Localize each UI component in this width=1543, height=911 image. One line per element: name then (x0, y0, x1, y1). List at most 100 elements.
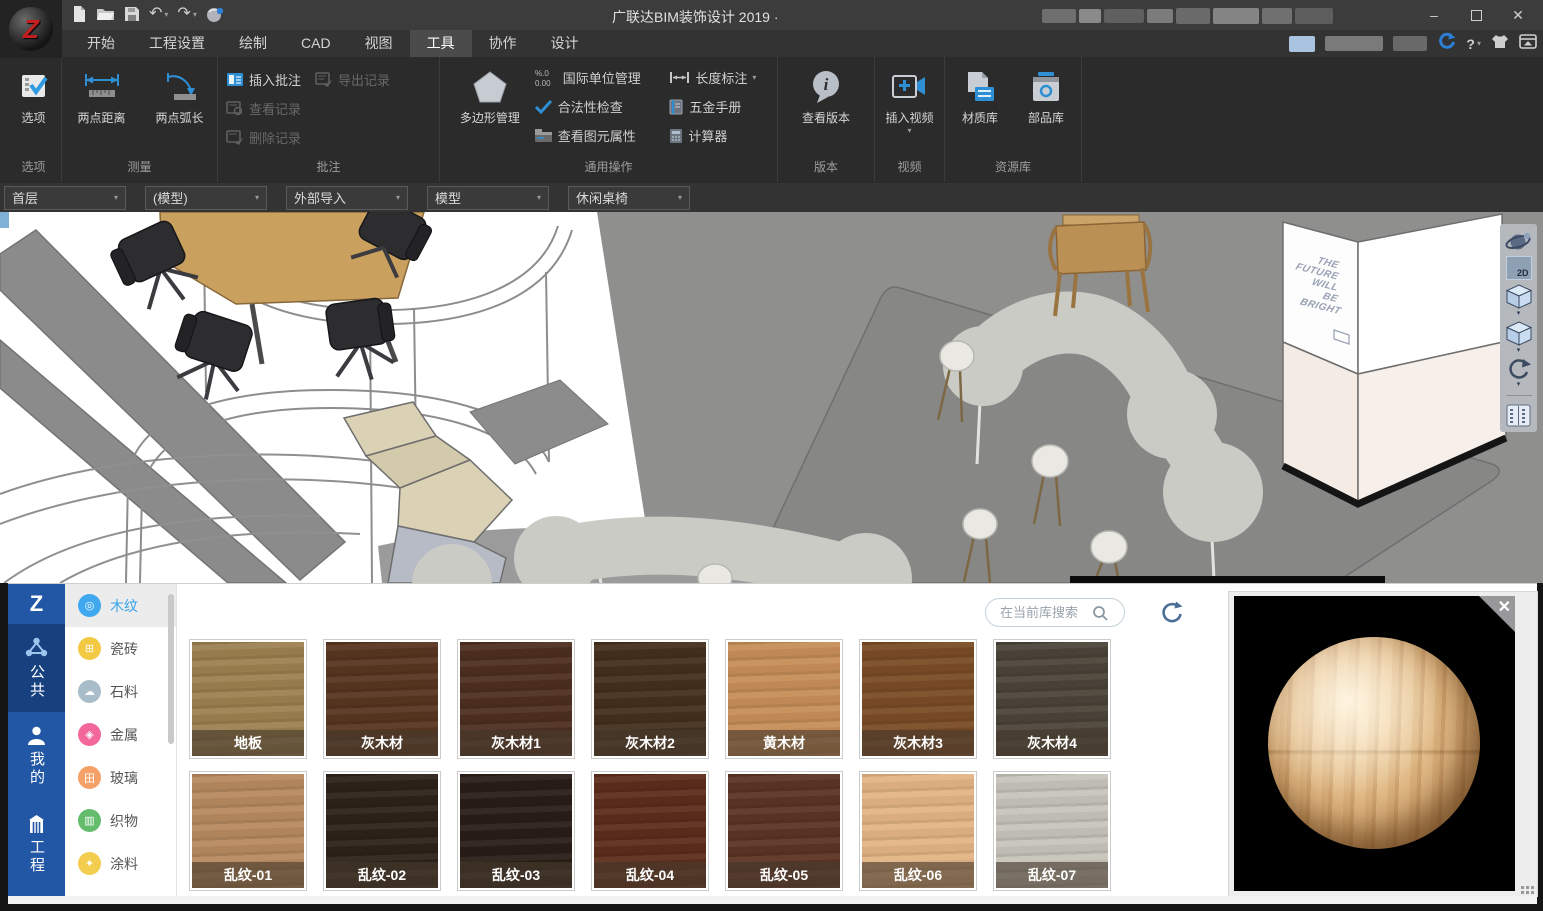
theme-shirt-button[interactable] (1491, 34, 1509, 54)
category-glass[interactable]: 田 玻璃 (65, 756, 176, 799)
category-stone[interactable]: ☁ 石料 (65, 670, 176, 713)
minimize-ribbon-button[interactable] (1519, 33, 1537, 54)
iso-cube-icon (1505, 283, 1533, 310)
minimize-button[interactable]: – (1413, 0, 1455, 30)
view-element-props-button[interactable]: 查看图元属性 (534, 121, 670, 150)
model-mode-select[interactable]: (模型) ▾ (145, 186, 267, 210)
tab-draw[interactable]: 绘制 (222, 30, 284, 57)
material-item[interactable]: 灰木材3 (859, 639, 977, 759)
material-item[interactable]: 灰木材4 (993, 639, 1111, 759)
tab-tools[interactable]: 工具 (410, 30, 472, 57)
close-preview-icon[interactable]: ✕ (1498, 597, 1511, 617)
tab-view[interactable]: 视图 (348, 30, 410, 57)
material-name: 乱纹-02 (326, 862, 438, 888)
search-input[interactable] (1000, 605, 1086, 620)
category-fabric[interactable]: ▥ 织物 (65, 799, 176, 842)
redo-caret-icon[interactable]: ▾ (193, 10, 197, 19)
app-logo-letter: Z (23, 14, 39, 45)
two-point-distance-button[interactable]: 两点距离 (64, 61, 140, 126)
group-label-video: 视频 (875, 154, 944, 182)
international-units-button[interactable]: %.00.00 国际单位管理 (534, 63, 670, 92)
maximize-button[interactable] (1455, 0, 1497, 30)
two-point-arc-button[interactable]: 两点弧长 (144, 61, 216, 126)
tab-project-settings[interactable]: 工程设置 (132, 30, 222, 57)
material-item[interactable]: 乱纹-02 (323, 771, 441, 891)
sync-button[interactable] (1437, 32, 1456, 56)
open-file-button[interactable] (96, 6, 115, 22)
category-scrollbar[interactable] (168, 594, 174, 744)
iso-view2-button[interactable]: ▾ (1505, 320, 1533, 354)
app-logo[interactable]: Z (0, 0, 62, 58)
sidebar-tab-mine[interactable]: 我的 (8, 712, 65, 800)
help-button[interactable]: ? ▾ (1466, 36, 1481, 52)
legality-check-button[interactable]: 合法性检查 (534, 92, 670, 121)
category-paint-label: 涂料 (110, 854, 138, 874)
sync-sphere-button[interactable] (206, 6, 225, 23)
category-tile[interactable]: ⊞ 瓷砖 (65, 627, 176, 670)
hardware-manual-button[interactable]: 五金手册 (669, 92, 777, 121)
undo-button[interactable]: ↶ ▾ (149, 6, 168, 22)
category-fabric-label: 织物 (110, 811, 138, 831)
viewport-canvas[interactable]: THE FUTURE WILL BE BRIGHT 2D ▾ ▾ ▾ (0, 212, 1543, 583)
component-select[interactable]: 休闲桌椅 ▾ (568, 186, 690, 210)
rotate-view-button[interactable]: ▾ (1506, 357, 1532, 388)
undo-caret-icon[interactable]: ▾ (164, 10, 168, 19)
insert-video-button[interactable]: 插入视频 ▾ (885, 61, 933, 135)
material-item[interactable]: 乱纹-03 (457, 771, 575, 891)
material-item[interactable]: 灰木材 (323, 639, 441, 759)
part-library-button[interactable]: 部品库 (1017, 61, 1075, 126)
tab-collaborate[interactable]: 协作 (472, 30, 534, 57)
material-item[interactable]: 地板 (189, 639, 307, 759)
length-dimension-caret-icon: ▾ (752, 73, 756, 82)
tab-start[interactable]: 开始 (70, 30, 132, 57)
material-item[interactable]: 黄木材 (725, 639, 843, 759)
category-paint[interactable]: ✦ 涂料 (65, 842, 176, 885)
new-file-button[interactable] (72, 5, 87, 23)
length-dimension-button[interactable]: 长度标注 ▾ (669, 63, 777, 92)
options-button[interactable]: 选项 (18, 61, 50, 126)
save-button[interactable] (124, 6, 140, 22)
material-name: 乱纹-03 (460, 862, 572, 888)
material-library-button[interactable]: 材质库 (951, 61, 1009, 126)
sidebar-tab-project[interactable]: 工程 (8, 800, 65, 888)
category-wood[interactable]: ◎ 木纹 (65, 584, 176, 627)
view-record-button[interactable]: 查看记录 (226, 99, 301, 118)
insert-video-caret-icon: ▾ (907, 126, 911, 135)
material-item[interactable]: 乱纹-07 (993, 771, 1111, 891)
material-item[interactable]: 灰木材1 (457, 639, 575, 759)
material-name: 乱纹-05 (728, 862, 840, 888)
view-version-button[interactable]: i 查看版本 (802, 61, 850, 126)
ribbon-tabs: 开始 工程设置 绘制 CAD 视图 工具 协作 设计 (70, 30, 596, 57)
polygon-manage-button[interactable]: 多边形管理 (446, 61, 534, 126)
undo-icon: ↶ (149, 6, 162, 22)
material-item[interactable]: 灰木材2 (591, 639, 709, 759)
material-item[interactable]: 乱纹-05 (725, 771, 843, 891)
import-source-select[interactable]: 外部导入 ▾ (286, 186, 408, 210)
material-item[interactable]: 乱纹-06 (859, 771, 977, 891)
view-settings-button[interactable] (1505, 403, 1532, 428)
help-caret-icon: ▾ (1477, 39, 1481, 48)
orbit-button[interactable] (1505, 230, 1532, 253)
hardware-manual-label: 五金手册 (689, 97, 741, 116)
export-record-button[interactable]: 导出记录 (315, 70, 390, 89)
category-metal[interactable]: ◈ 金属 (65, 713, 176, 756)
model-select[interactable]: 模型 ▾ (427, 186, 549, 210)
two-point-arc-label: 两点弧长 (155, 109, 203, 126)
iso-view-button[interactable]: ▾ (1505, 283, 1533, 317)
material-item[interactable]: 乱纹-01 (189, 771, 307, 891)
close-button[interactable]: ✕ (1497, 0, 1539, 30)
insert-annotation-button[interactable]: 插入批注 (226, 70, 301, 89)
resize-grip[interactable] (1521, 886, 1534, 894)
redo-button[interactable]: ↷ ▾ (177, 6, 196, 22)
sidebar-tab-public[interactable]: 公共 (8, 624, 65, 712)
refresh-library-button[interactable] (1157, 598, 1187, 628)
tab-design[interactable]: 设计 (534, 30, 596, 57)
calculator-button[interactable]: 计算器 (669, 121, 777, 150)
delete-record-button[interactable]: 删除记录 (226, 128, 301, 147)
2d-view-button[interactable]: 2D (1506, 256, 1532, 280)
floor-select[interactable]: 首层 ▾ (4, 186, 126, 210)
material-item[interactable]: 乱纹-04 (591, 771, 709, 891)
two-point-arc-icon (161, 65, 199, 109)
tab-cad[interactable]: CAD (284, 30, 348, 57)
group-label-version: 版本 (778, 154, 874, 182)
